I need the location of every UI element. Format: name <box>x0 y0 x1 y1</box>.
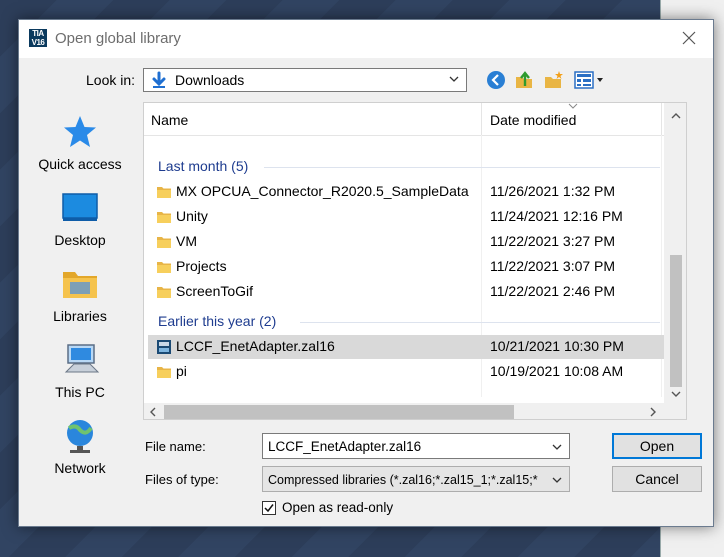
list-item[interactable]: Projects 11/22/2021 3:07 PM Fil <box>148 255 685 279</box>
group-header-earlier-this-year[interactable]: Earlier this year (2) <box>158 313 276 329</box>
star-icon <box>64 116 96 147</box>
file-name-label: File name: <box>145 439 206 454</box>
folder-icon <box>157 237 171 248</box>
folder-icon <box>157 187 171 198</box>
scroll-up-icon[interactable] <box>671 111 681 121</box>
place-quick-access[interactable]: Quick access <box>19 112 141 172</box>
title-bar[interactable]: TIA V16 Open global library <box>19 20 713 58</box>
scroll-left-icon[interactable] <box>148 407 158 417</box>
file-name-value: LCCF_EnetAdapter.zal16 <box>268 439 422 454</box>
look-in-value: Downloads <box>175 72 245 88</box>
place-label: Quick access <box>38 156 122 172</box>
cancel-button[interactable]: Cancel <box>612 466 702 492</box>
chevron-down-icon[interactable] <box>551 441 563 453</box>
dialog-title: Open global library <box>55 30 181 47</box>
folder-icon <box>157 212 171 223</box>
look-in-label: Look in: <box>86 72 136 88</box>
list-item[interactable]: MX OPCUA_Connector_R2020.5_SampleData 11… <box>148 180 685 204</box>
view-menu-icon[interactable] <box>573 69 607 91</box>
vertical-scroll-thumb[interactable] <box>670 255 682 387</box>
desktop-icon <box>62 193 98 221</box>
up-folder-icon[interactable] <box>513 69 535 91</box>
folder-icon <box>157 287 171 298</box>
folder-icon <box>157 367 171 378</box>
places-bar: Quick access Desktop Libraries This PC N… <box>19 102 141 476</box>
file-type-label: Files of type: <box>145 472 219 487</box>
place-this-pc[interactable]: This PC <box>19 340 141 400</box>
place-label: This PC <box>55 384 105 400</box>
place-label: Desktop <box>54 232 106 248</box>
chevron-down-icon <box>449 76 459 82</box>
horizontal-scrollbar[interactable] <box>144 403 664 419</box>
tia-portal-app-icon: TIA V16 <box>29 29 47 47</box>
close-button[interactable] <box>679 28 699 48</box>
sort-indicator-icon <box>568 103 578 109</box>
back-icon[interactable] <box>485 69 507 91</box>
place-label: Libraries <box>53 308 107 324</box>
file-name-combobox[interactable]: LCCF_EnetAdapter.zal16 <box>262 433 570 459</box>
column-header-name[interactable]: Name <box>151 112 188 128</box>
checkmark-icon <box>264 504 274 513</box>
computer-icon <box>64 344 100 373</box>
read-only-checkbox[interactable] <box>262 501 276 515</box>
column-header-date[interactable]: Date modified <box>490 112 576 128</box>
close-icon <box>682 31 696 45</box>
open-button[interactable]: Open <box>612 433 702 459</box>
tia-library-icon <box>157 340 171 354</box>
place-libraries[interactable]: Libraries <box>19 264 141 324</box>
download-arrow-icon <box>152 71 166 88</box>
list-item[interactable]: VM 11/22/2021 3:27 PM Fil <box>148 230 685 254</box>
network-icon <box>67 420 93 453</box>
place-desktop[interactable]: Desktop <box>19 188 141 248</box>
libraries-icon <box>63 272 97 298</box>
chevron-down-icon[interactable] <box>551 474 563 486</box>
file-type-value: Compressed libraries (*.zal16;*.zal15_1;… <box>268 473 538 487</box>
list-item-selected[interactable]: LCCF_EnetAdapter.zal16 10/21/2021 10:30 … <box>148 335 682 359</box>
group-header-last-month[interactable]: Last month (5) <box>158 158 248 174</box>
list-item[interactable]: Unity 11/24/2021 12:16 PM Fil <box>148 205 685 229</box>
place-label: Network <box>54 460 106 476</box>
place-network[interactable]: Network <box>19 416 141 476</box>
open-library-dialog: TIA V16 Open global library Look in: Down… <box>18 19 714 527</box>
scroll-down-icon[interactable] <box>671 389 681 399</box>
list-item[interactable]: pi 10/19/2021 10:08 AM Fil <box>148 360 685 384</box>
file-type-select[interactable]: Compressed libraries (*.zal16;*.zal15_1;… <box>262 466 570 492</box>
column-header-row: Name Date modified Ty <box>144 103 685 136</box>
read-only-label[interactable]: Open as read-only <box>282 500 393 515</box>
file-list[interactable]: Name Date modified Ty Last month (5) MX … <box>143 102 687 420</box>
vertical-scrollbar[interactable] <box>664 103 686 403</box>
look-in-dropdown[interactable]: Downloads <box>143 68 467 92</box>
list-item[interactable]: ScreenToGif 11/22/2021 2:46 PM Fil <box>148 280 685 304</box>
scroll-right-icon[interactable] <box>648 407 658 417</box>
horizontal-scroll-thumb[interactable] <box>164 405 514 419</box>
folder-icon <box>157 262 171 273</box>
new-folder-icon[interactable] <box>543 69 565 91</box>
